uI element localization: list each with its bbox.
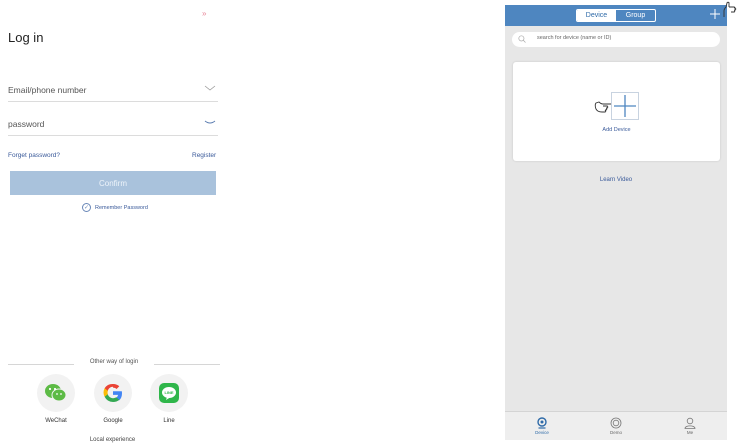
password-placeholder: password [8,119,45,129]
email-field[interactable]: Email/phone number [8,80,218,102]
tab-device[interactable]: Device [577,10,616,21]
add-device-label: Add Device [602,127,631,133]
add-device-card[interactable]: Add Device [513,62,720,161]
pointing-hand-icon [594,101,612,113]
bottom-tab-bar: Device Demo Me [505,411,727,440]
add-device-button[interactable] [611,92,639,120]
learn-video-link[interactable]: Learn Video [505,177,727,183]
bottom-tab-label: Device [535,430,549,435]
bottom-tab-me[interactable]: Me [653,412,727,440]
plus-icon [614,95,636,117]
search-icon [518,35,526,43]
bottom-tab-demo[interactable]: Demo [579,412,653,440]
other-login-divider: Other way of login [8,359,220,369]
page-title: Log in [8,30,44,45]
bottom-tab-label: Me [686,430,694,435]
local-experience-link[interactable]: Local experience [0,437,225,443]
confirm-button[interactable]: Confirm [10,171,216,195]
wechat-login-button[interactable]: WeChat [36,374,76,424]
google-label: Google [103,418,123,424]
svg-text:LINE: LINE [164,390,173,395]
google-icon [103,383,122,402]
device-screen: Device Group search for device (name or … [505,5,727,440]
email-placeholder: Email/phone number [8,85,87,95]
wechat-label: WeChat [45,418,67,424]
line-login-button[interactable]: LINE Line [149,374,189,424]
search-input[interactable]: search for device (name or ID) [512,32,720,47]
close-icon[interactable]: » [202,9,206,18]
line-label: Line [163,418,175,424]
bottom-tab-device[interactable]: Device [505,412,579,440]
check-circle-icon: ✓ [82,203,91,212]
login-screen: » Log in Email/phone number password For… [0,0,225,448]
tab-group[interactable]: Group [616,10,655,21]
chevron-down-icon[interactable] [204,83,216,93]
camera-icon [537,417,547,429]
search-placeholder: search for device (name or ID) [537,35,612,41]
register-link[interactable]: Register [192,152,216,159]
forgot-password-link[interactable]: Forget password? [8,152,60,159]
password-field[interactable]: password [8,114,218,136]
google-login-button[interactable]: Google [93,374,133,424]
app-header: Device Group [505,5,727,26]
line-icon: LINE [159,383,179,403]
bottom-tab-label: Demo [609,430,622,435]
pointing-hand-icon [723,1,737,17]
device-group-switch[interactable]: Device Group [576,9,656,22]
remember-password-label: Remember Password [95,204,148,211]
user-icon [684,417,696,429]
eye-closed-icon[interactable] [204,117,216,127]
plus-icon[interactable] [708,7,722,21]
demo-icon [610,417,622,429]
other-way-label: Other way of login [89,359,139,365]
remember-password-toggle[interactable]: ✓ Remember Password [82,203,148,212]
wechat-icon [45,384,67,402]
